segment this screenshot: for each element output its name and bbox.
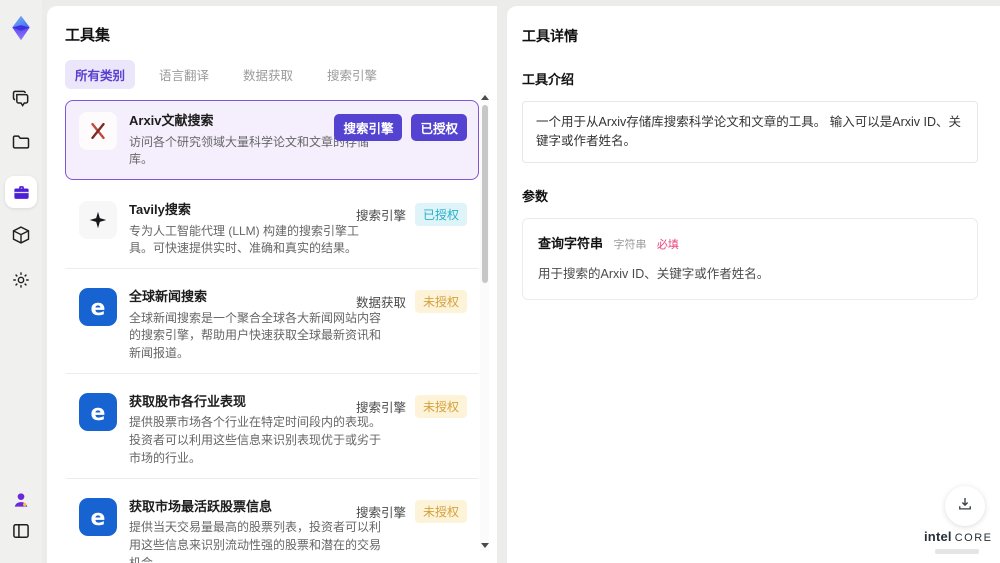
intro-text: 一个用于从Arxiv存储库搜索科学论文和文章的工具。 输入可以是Arxiv ID… [522, 101, 978, 163]
folder-icon[interactable] [8, 129, 34, 155]
tool-description: 全球新闻搜索是一个聚合全球各大新闻网站内容的搜索引擎，帮助用户快速获取全球最新资… [129, 310, 382, 361]
tool-auth-badge: 未授权 [414, 499, 467, 523]
tool-category-badge: 搜索引擎 [355, 209, 406, 224]
download-icon [956, 495, 974, 518]
tool-title: 全球新闻搜索 [129, 289, 208, 305]
parameter-required-badge: 必填 [656, 238, 679, 251]
tool-auth-badge: 未授权 [414, 290, 467, 314]
arxiv-icon [79, 112, 117, 150]
intro-heading: 工具介绍 [522, 72, 575, 87]
svg-text:e: e [91, 296, 106, 321]
scroll-up-arrow[interactable] [480, 95, 489, 100]
parameter-card: 查询字符串 字符串 必填 用于搜索的Arxiv ID、关键字或作者姓名。 [522, 217, 978, 300]
enews-icon: e [79, 392, 117, 431]
tool-category-badge: 搜索引擎 [334, 114, 403, 141]
svg-text:e: e [91, 401, 106, 426]
brand-secondary: CORE [954, 532, 993, 544]
detail-title: 工具详情 [522, 28, 578, 44]
tools-panel: 工具集 所有类别 语言翻译 数据获取 搜索引擎 Arxiv文献搜索 访问各个研究领域大… [47, 6, 497, 563]
tool-card-global-news-search[interactable]: e 全球新闻搜索 全球新闻搜索是一个聚合全球各大新闻网站内容的搜索引擎，帮助用户… [65, 276, 479, 374]
tool-card-tavily-search[interactable]: Tavily搜索 专为人工智能代理 (LLM) 构建的搜索引擎工具。可快速提供实… [65, 189, 479, 270]
tool-description: 专为人工智能代理 (LLM) 构建的搜索引擎工具。可快速提供实时、准确和真实的结… [129, 223, 360, 256]
tool-card-arxiv-search[interactable]: Arxiv文献搜索 访问各个研究领域大量科学论文和文章的存储库。 搜索引擎 已授… [65, 100, 479, 181]
briefcase-icon[interactable] [5, 176, 37, 208]
tool-title: 获取市场最活跃股票信息 [129, 498, 273, 514]
parameter-description: 用于搜索的Arxiv ID、关键字或作者姓名。 [538, 266, 770, 281]
tool-auth-badge: 已授权 [414, 203, 467, 227]
tool-card-most-active-stocks[interactable]: e 获取市场最活跃股票信息 提供当天交易量最高的股票列表，投资者可以利用这些信息… [65, 485, 479, 563]
parameter-type: 字符串 [613, 238, 647, 251]
tab-language-translation[interactable]: 语言翻译 [149, 60, 219, 89]
intel-core-logo: intel CORE [924, 528, 993, 554]
svg-text:e: e [91, 506, 106, 531]
app-logo[interactable] [6, 13, 36, 43]
panel-icon[interactable] [8, 518, 34, 544]
tool-detail-panel: 工具详情 工具介绍 一个用于从Arxiv存储库搜索科学论文和文章的工具。 输入可… [507, 6, 1000, 563]
page-title: 工具集 [65, 27, 111, 44]
scrollbar-thumb[interactable] [481, 105, 488, 283]
tab-data-fetch[interactable]: 数据获取 [233, 60, 303, 89]
tool-list: Arxiv文献搜索 访问各个研究领域大量科学论文和文章的存储库。 搜索引擎 已授… [65, 100, 479, 563]
enews-icon: e [79, 288, 117, 327]
icon-rail [0, 0, 42, 563]
brand-sub-mark [935, 549, 979, 554]
tool-description: 提供股票市场各个行业在特定时间段内的表现。投资者可以利用这些信息来识别表现优于或… [129, 415, 382, 465]
list-scrollbar[interactable] [480, 92, 489, 551]
tool-card-stock-sector-performance[interactable]: e 获取股市各行业表现 提供股票市场各个行业在特定时间段内的表现。投资者可以利用… [65, 380, 479, 479]
tool-title: Tavily搜索 [129, 202, 191, 218]
avatar-icon[interactable] [8, 487, 34, 513]
category-tabs: 所有类别 语言翻译 数据获取 搜索引擎 [65, 60, 497, 89]
tool-category-badge: 搜索引擎 [355, 400, 406, 415]
brand-primary: intel [924, 529, 952, 544]
tool-title: 获取股市各行业表现 [129, 393, 247, 409]
parameter-head: 查询字符串 字符串 必填 [538, 233, 962, 253]
tab-search-engine[interactable]: 搜索引擎 [317, 60, 387, 89]
tavily-icon [79, 201, 117, 240]
tool-category-badge: 数据获取 [355, 296, 406, 311]
enews-icon: e [79, 497, 117, 536]
tab-all-categories[interactable]: 所有类别 [65, 60, 136, 89]
parameter-name: 查询字符串 [538, 235, 604, 251]
tool-auth-badge: 未授权 [414, 394, 467, 418]
tool-category-badge: 搜索引擎 [355, 505, 406, 520]
gear-icon[interactable] [8, 267, 34, 293]
scroll-down-arrow[interactable] [480, 543, 489, 548]
download-button[interactable] [945, 486, 985, 526]
chat-icon[interactable] [8, 85, 34, 111]
tool-auth-badge: 已授权 [411, 114, 467, 141]
cube-icon[interactable] [8, 222, 34, 248]
params-heading: 参数 [522, 188, 549, 204]
tool-description: 提供当天交易量最高的股票列表，投资者可以利用这些信息来识别流动性强的股票和潜在的… [129, 520, 382, 563]
